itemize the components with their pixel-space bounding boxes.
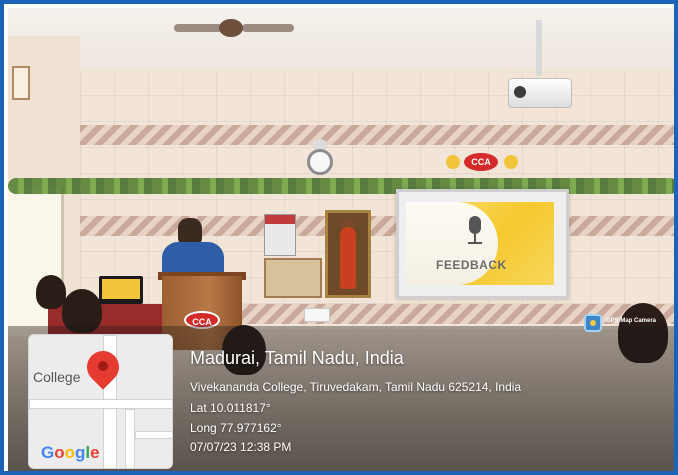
map-pin-dot [98, 361, 108, 371]
small-window [12, 66, 30, 100]
google-logo-letter: o [64, 443, 76, 462]
mic-head [469, 216, 481, 234]
microphone-icon [462, 216, 488, 246]
cca-wall-sign-label: CCA [464, 153, 498, 171]
projector [508, 20, 572, 108]
photo-frame: CCA FEEDBACK CCA GPS Map Camera College … [0, 0, 678, 475]
fan-blade [174, 24, 222, 32]
gps-app-badge: GPS Map Camera [584, 314, 674, 334]
portrait-figure [340, 227, 356, 289]
gps-camera-icon [584, 314, 602, 332]
ceiling-fan [174, 18, 294, 38]
fan-hub [219, 19, 243, 37]
slide-title: FEEDBACK [436, 258, 507, 272]
mic-base [468, 242, 482, 244]
map-thumbnail: College Google [28, 334, 173, 469]
google-logo: Google [41, 443, 100, 463]
audience-head [36, 275, 66, 309]
map-road [125, 409, 135, 468]
cca-wall-sign: CCA [446, 152, 524, 174]
google-logo-letter: e [90, 443, 100, 462]
ceiling [8, 8, 674, 70]
map-road [135, 431, 172, 439]
wall-clock [305, 139, 333, 175]
google-logo-letter: o [54, 443, 65, 462]
google-logo-letter: g [75, 443, 86, 462]
feedback-slide: FEEDBACK [406, 202, 554, 285]
fan-blade [242, 24, 294, 32]
location-datetime: 07/07/23 12:38 PM [190, 440, 292, 454]
wall-calendar [264, 214, 296, 256]
projector-mount [536, 20, 542, 76]
map-road [29, 399, 172, 409]
flower-decoration [504, 155, 518, 169]
map-pin-icon [80, 344, 126, 395]
projector-lens [514, 86, 526, 98]
location-address: Vivekananda College, Tiruvedakam, Tamil … [190, 380, 522, 394]
calendar-header [265, 215, 295, 224]
google-logo-letter: G [41, 443, 55, 462]
location-latitude: Lat 10.011817° [190, 401, 271, 415]
location-longitude: Long 77.977162° [190, 421, 282, 435]
gps-camera-icon-dot [590, 320, 596, 326]
location-title: Madurai, Tamil Nadu, India [190, 348, 404, 368]
gps-app-name: GPS Map Camera [606, 318, 657, 324]
map-place-label: College [33, 369, 81, 385]
garland [8, 178, 674, 194]
geotagged-photo: CCA FEEDBACK CCA GPS Map Camera College … [8, 8, 674, 471]
tile-border [80, 125, 674, 145]
flower-decoration [446, 155, 460, 169]
clock-face [307, 149, 333, 175]
